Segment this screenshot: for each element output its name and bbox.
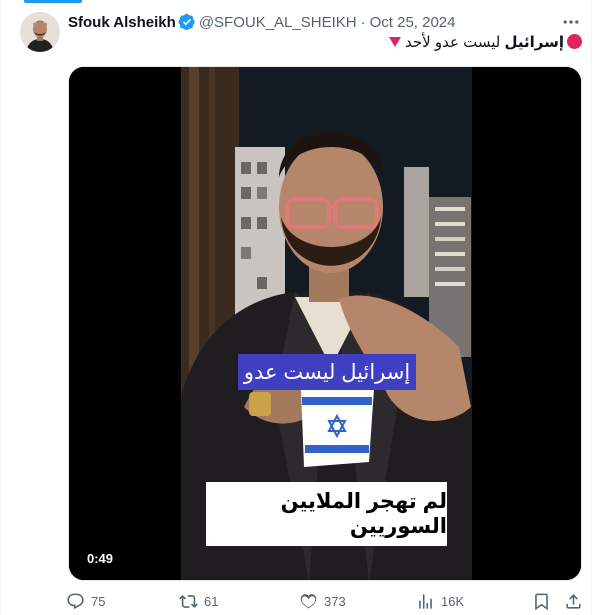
reply-count: 75 xyxy=(91,594,106,609)
video-player[interactable]: إسرائيل ليست عدو لم تهجر الملايين السوري… xyxy=(68,66,582,581)
timeline-border-right xyxy=(591,0,592,615)
tab-indicator xyxy=(24,0,82,3)
tweet-date[interactable]: Oct 25, 2024 xyxy=(370,14,456,31)
retweet-icon xyxy=(179,595,198,608)
like-icon xyxy=(300,594,317,609)
share-icon xyxy=(566,594,581,609)
avatar-image xyxy=(20,12,60,52)
view-count: 16K xyxy=(441,594,465,609)
more-icon[interactable] xyxy=(561,12,581,32)
tweet-text: إسرائيل ليست عدو لأحد xyxy=(68,33,584,55)
views-icon xyxy=(419,594,432,609)
video-caption-top: إسرائيل ليست عدو xyxy=(238,354,416,390)
author-handle[interactable]: @SFOUK_AL_SHEIKH xyxy=(199,14,357,31)
meta-separator: · xyxy=(360,13,366,31)
avatar[interactable] xyxy=(20,12,60,52)
views-button[interactable]: 16K xyxy=(416,592,464,611)
reply-button[interactable]: 75 xyxy=(66,592,105,611)
tweet-text-bold: إسرائيل xyxy=(504,34,564,51)
tweet-header: Sfouk Alsheikh @SFOUK_AL_SHEIKH · Oct 25… xyxy=(68,12,456,32)
tweet-text-rest: ليست عدو لأحد xyxy=(405,34,505,51)
red-circle-emoji-icon xyxy=(567,34,582,49)
author-name[interactable]: Sfouk Alsheikh xyxy=(68,14,176,31)
video-duration: 0:49 xyxy=(87,551,114,566)
retweet-button[interactable]: 61 xyxy=(179,592,218,611)
reply-icon xyxy=(67,593,84,610)
like-button[interactable]: 373 xyxy=(299,592,346,611)
video-caption-bottom: لم تهجر الملايين السوريين xyxy=(206,482,447,546)
bookmark-icon xyxy=(535,593,548,611)
red-triangle-emoji-icon xyxy=(389,37,401,47)
verified-badge-icon[interactable] xyxy=(178,13,196,31)
tweet-action-bar: 75 61 373 16K xyxy=(62,590,588,614)
share-button[interactable] xyxy=(564,592,583,611)
retweet-count: 61 xyxy=(204,594,219,609)
timeline-border-left xyxy=(0,0,1,615)
like-count: 373 xyxy=(324,594,346,609)
bookmark-button[interactable] xyxy=(532,592,551,611)
